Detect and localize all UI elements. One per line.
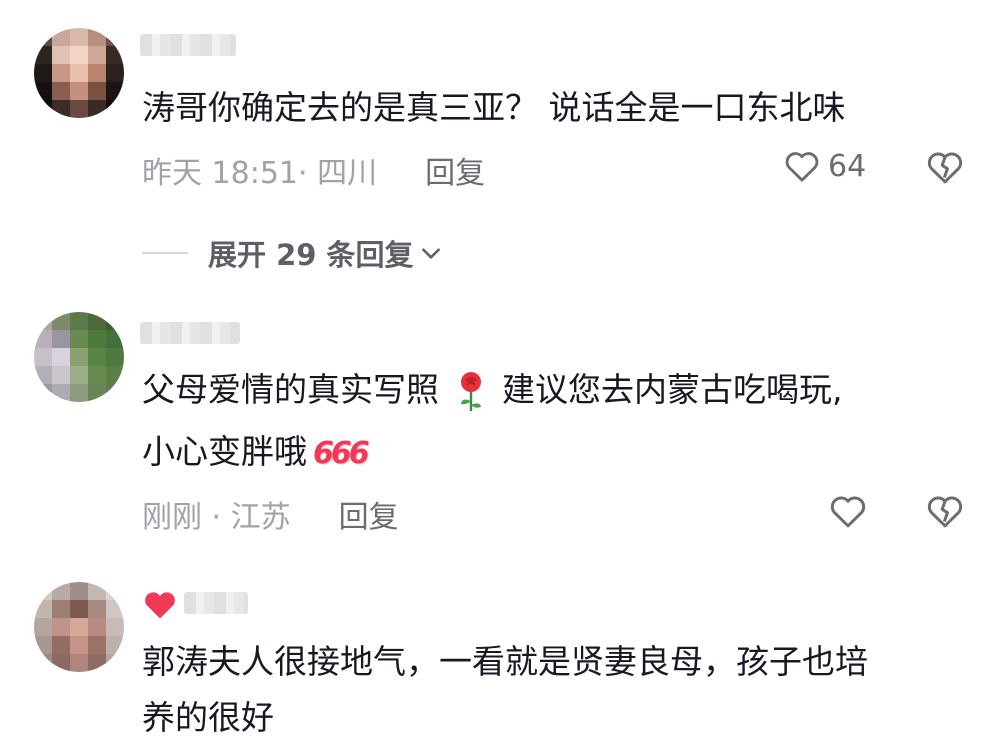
username[interactable] (140, 34, 236, 56)
heart-outline-icon (830, 496, 866, 528)
comment-text: 涛哥你确定去的是真三亚？ 说话全是一口东北味 (142, 88, 846, 127)
comment-meta: 刚刚 · 江苏 回复 (142, 492, 399, 536)
chevron-down-icon (421, 248, 440, 259)
heart-outline-icon (785, 152, 819, 182)
comment-text-line: 父母爱情的真实写照 建议您去内蒙古吃喝玩, (142, 362, 843, 418)
comment-text-line: 小心变胖哦 666 (142, 424, 370, 482)
reply-button[interactable]: 回复 (425, 148, 485, 192)
divider-line (142, 252, 188, 254)
dislike-button[interactable] (924, 146, 966, 192)
dislike-button[interactable] (924, 490, 966, 536)
like-count: 64 (828, 148, 867, 184)
timestamp-location: 昨天 18:51· 四川 (142, 156, 378, 191)
timestamp-location: 刚刚 · 江苏 (142, 500, 291, 535)
expand-replies-button[interactable]: 展开 29 条回复 (142, 232, 444, 274)
comment-meta: 昨天 18:51· 四川 回复 (142, 148, 485, 192)
red-heart-icon (145, 592, 175, 619)
comment-text-part: 建议您去内蒙古吃喝玩, (502, 370, 843, 409)
avatar[interactable] (34, 28, 124, 118)
reply-button[interactable]: 回复 (339, 492, 399, 536)
broken-heart-icon (927, 496, 963, 528)
username[interactable] (140, 322, 240, 344)
comment-text: 养的很好 (142, 698, 274, 737)
comment-text: 郭涛夫人很接地气，一看就是贤妻良母，孩子也培 (142, 642, 868, 681)
avatar[interactable] (34, 582, 124, 672)
like-button[interactable]: 64 (782, 146, 866, 186)
comment-text-part: 父母爱情的真实写照 (142, 370, 439, 409)
broken-heart-icon (927, 152, 963, 184)
like-button[interactable] (827, 490, 869, 532)
avatar[interactable] (34, 312, 124, 402)
emoji-666-badge: 666 (313, 435, 370, 471)
comment-text-part: 小心变胖哦 (142, 432, 307, 471)
rose-emoji-icon (460, 371, 481, 411)
expand-replies-label: 展开 29 条回复 (208, 238, 414, 272)
username[interactable] (184, 592, 248, 614)
